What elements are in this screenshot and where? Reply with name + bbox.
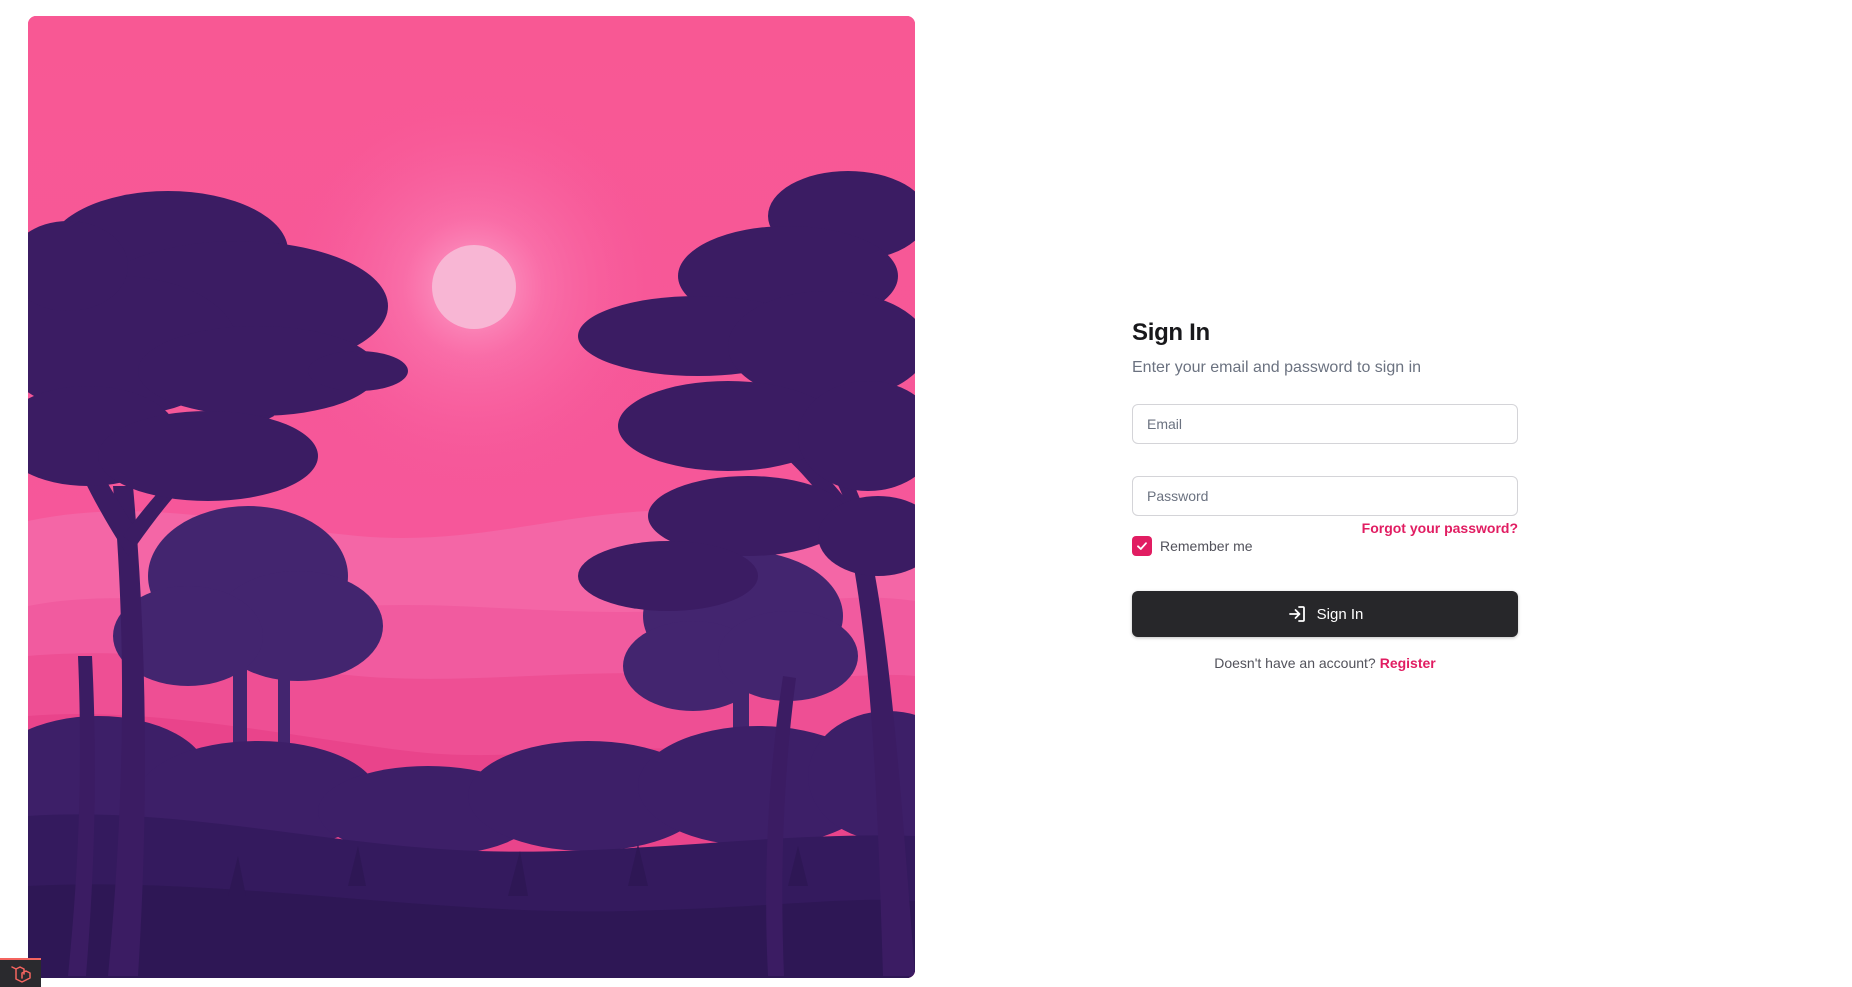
laravel-logo-icon [10, 965, 31, 983]
remember-me-label: Remember me [1160, 538, 1253, 554]
remember-me-row: Remember me [1132, 536, 1518, 556]
login-arrow-icon [1288, 606, 1305, 622]
page-subtitle: Enter your email and password to sign in [1132, 359, 1422, 376]
sun-shape [432, 245, 516, 329]
sign-in-button-label: Sign In [1316, 605, 1364, 623]
hero-illustration [28, 16, 915, 978]
sign-in-form: Sign In Enter your email and password to… [1132, 318, 1518, 671]
check-icon [1137, 542, 1147, 550]
forgot-password-link[interactable]: Forgot your password? [1362, 520, 1518, 536]
page-title: Sign In [1132, 319, 1210, 346]
sign-in-button[interactable]: Sign In [1132, 591, 1518, 637]
register-link[interactable]: Register [1380, 655, 1436, 671]
debug-bar-toggle[interactable] [0, 958, 41, 987]
forgot-row: Forgot your password? [1132, 520, 1518, 536]
register-row: Doesn't have an account? Register [1132, 655, 1518, 671]
forest-sunset-illustration [28, 16, 915, 978]
register-prompt: Doesn't have an account? [1214, 655, 1376, 671]
password-field[interactable] [1132, 476, 1518, 516]
remember-me-checkbox[interactable] [1132, 536, 1152, 556]
password-group [1132, 460, 1518, 516]
email-field[interactable] [1132, 404, 1518, 444]
sign-in-page: Sign In Enter your email and password to… [0, 0, 1852, 987]
